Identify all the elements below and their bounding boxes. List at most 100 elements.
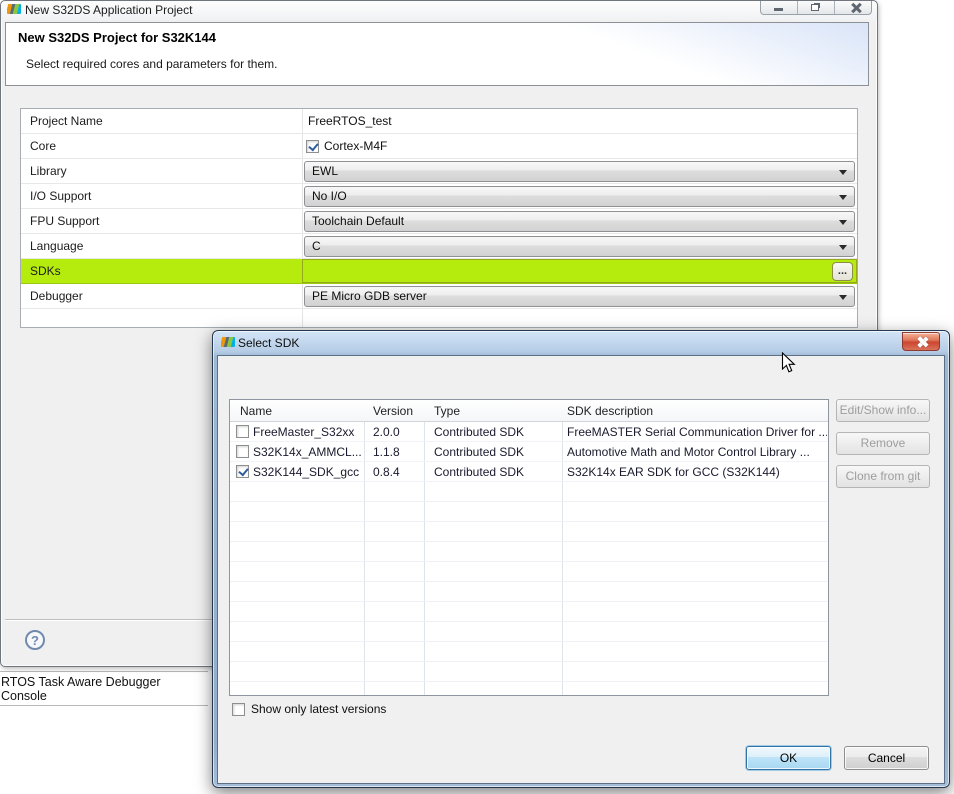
divider — [0, 705, 208, 706]
debugger-label: Debugger — [30, 289, 83, 303]
column-header-version[interactable]: Version — [373, 400, 413, 422]
dialog-content: Name Version Type SDK description FreeMa… — [217, 355, 945, 784]
chevron-down-icon — [839, 220, 847, 225]
divider — [302, 309, 303, 327]
fpu-support-dropdown[interactable]: Toolchain Default — [304, 211, 855, 232]
io-support-dropdown[interactable]: No I/O — [304, 186, 855, 207]
minimize-button[interactable] — [761, 1, 798, 14]
nxp-logo-icon — [7, 4, 21, 14]
form-row-language: Language C — [21, 234, 857, 259]
sdk-row-checkbox[interactable] — [236, 425, 249, 438]
fpu-support-dropdown-value: Toolchain Default — [312, 214, 405, 228]
sdk-type-cell: Contributed SDK — [434, 425, 525, 439]
form-row-library: Library EWL — [21, 159, 857, 184]
io-support-dropdown-value: No I/O — [312, 189, 347, 203]
edit-show-info-button[interactable]: Edit/Show info... — [836, 399, 930, 422]
project-name-label: Project Name — [30, 114, 103, 128]
sdk-name-cell: S32K144_SDK_gcc — [253, 465, 360, 479]
divider — [302, 184, 303, 208]
sdk-description-cell: FreeMASTER Serial Communication Driver f… — [567, 425, 827, 439]
chevron-down-icon — [839, 245, 847, 250]
sdk-row-checkbox[interactable] — [236, 465, 249, 478]
sdk-row-checkbox[interactable] — [236, 445, 249, 458]
sdk-table-row[interactable]: S32K144_SDK_gcc 0.8.4 Contributed SDK S3… — [230, 462, 828, 482]
sdks-value-field[interactable]: ... — [302, 259, 857, 283]
nxp-logo-icon — [221, 337, 235, 347]
column-header-type[interactable]: Type — [434, 400, 460, 422]
select-sdk-dialog: Select SDK Name Version Type SDK descrip… — [212, 330, 950, 788]
form-row-sdks-selected[interactable]: SDKs ... — [21, 259, 857, 284]
column-header-name[interactable]: Name — [240, 400, 272, 422]
sdk-name-cell: S32K14x_AMMCL... — [253, 445, 362, 459]
form-row-core: Core Cortex-M4F — [21, 134, 857, 159]
console-item-label: RTOS Task Aware Debugger Console — [1, 675, 161, 703]
form-row-fpu-support: FPU Support Toolchain Default — [21, 209, 857, 234]
sdk-table-row[interactable]: FreeMaster_S32xx 2.0.0 Contributed SDK F… — [230, 422, 828, 442]
sdks-browse-button[interactable]: ... — [832, 262, 853, 281]
form-row-project-name: Project Name FreeRTOS_test — [21, 109, 857, 134]
chevron-down-icon — [839, 295, 847, 300]
divider — [302, 109, 303, 133]
divider — [302, 234, 303, 258]
window-title: New S32DS Application Project — [25, 3, 193, 17]
column-header-description[interactable]: SDK description — [567, 400, 653, 422]
restore-button[interactable] — [798, 1, 835, 14]
close-button[interactable] — [835, 1, 871, 14]
wizard-subtitle: Select required cores and parameters for… — [26, 57, 278, 71]
io-support-label: I/O Support — [30, 189, 92, 203]
sdk-description-cell: S32K14x EAR SDK for GCC (S32K144) — [567, 465, 780, 479]
sdk-version-cell: 2.0.0 — [373, 425, 400, 439]
close-icon — [851, 3, 861, 13]
wizard-title: New S32DS Project for S32K144 — [18, 30, 216, 45]
core-value: Cortex-M4F — [324, 139, 388, 153]
sdk-table-row[interactable]: S32K14x_AMMCL... 1.1.8 Contributed SDK A… — [230, 442, 828, 462]
form-row-debugger: Debugger PE Micro GDB server — [21, 284, 857, 309]
core-label: Core — [30, 139, 57, 153]
language-label: Language — [30, 239, 84, 253]
sdk-type-cell: Contributed SDK — [434, 445, 525, 459]
language-dropdown-value: C — [312, 239, 321, 253]
fpu-support-label: FPU Support — [30, 214, 100, 228]
library-dropdown-value: EWL — [312, 164, 339, 178]
debugger-dropdown-value: PE Micro GDB server — [312, 289, 427, 303]
sdk-table: Name Version Type SDK description FreeMa… — [229, 399, 829, 696]
divider — [302, 159, 303, 183]
cancel-button[interactable]: Cancel — [844, 746, 929, 770]
clone-from-git-button[interactable]: Clone from git — [836, 465, 930, 488]
wizard-header-banner: New S32DS Project for S32K144 Select req… — [5, 22, 869, 86]
restore-icon — [811, 4, 819, 11]
close-icon — [917, 337, 927, 347]
chevron-down-icon — [839, 195, 847, 200]
sdk-description-cell: Automotive Math and Motor Control Librar… — [567, 445, 810, 459]
library-label: Library — [30, 164, 67, 178]
form-row-empty — [21, 309, 857, 327]
language-dropdown[interactable]: C — [304, 236, 855, 257]
background-console-strip: RTOS Task Aware Debugger Console — [0, 671, 208, 706]
chevron-down-icon — [839, 170, 847, 175]
core-checkbox[interactable] — [306, 140, 319, 153]
project-parameters-table: Project Name FreeRTOS_test Core Cortex-M… — [20, 108, 858, 328]
show-latest-versions-checkbox[interactable] — [232, 703, 245, 716]
divider — [302, 134, 303, 158]
sdk-version-cell: 0.8.4 — [373, 465, 400, 479]
titlebar[interactable]: New S32DS Application Project — [1, 1, 877, 20]
help-button[interactable]: ? — [25, 630, 45, 650]
dialog-title: Select SDK — [238, 336, 300, 350]
project-name-value[interactable]: FreeRTOS_test — [308, 109, 392, 134]
minimize-icon — [774, 8, 783, 11]
debugger-dropdown[interactable]: PE Micro GDB server — [304, 286, 855, 307]
sdk-name-cell: FreeMaster_S32xx — [253, 425, 355, 439]
window-controls — [760, 1, 872, 15]
library-dropdown[interactable]: EWL — [304, 161, 855, 182]
show-latest-versions-label: Show only latest versions — [251, 702, 387, 716]
empty-table-rows — [230, 482, 828, 695]
sdk-table-header: Name Version Type SDK description — [230, 400, 828, 422]
sdk-version-cell: 1.1.8 — [373, 445, 400, 459]
ok-button[interactable]: OK — [746, 746, 831, 770]
sdk-type-cell: Contributed SDK — [434, 465, 525, 479]
divider — [302, 209, 303, 233]
sdks-label: SDKs — [30, 264, 61, 278]
divider — [302, 284, 303, 308]
remove-button[interactable]: Remove — [836, 432, 930, 455]
dialog-close-button[interactable] — [902, 332, 940, 351]
